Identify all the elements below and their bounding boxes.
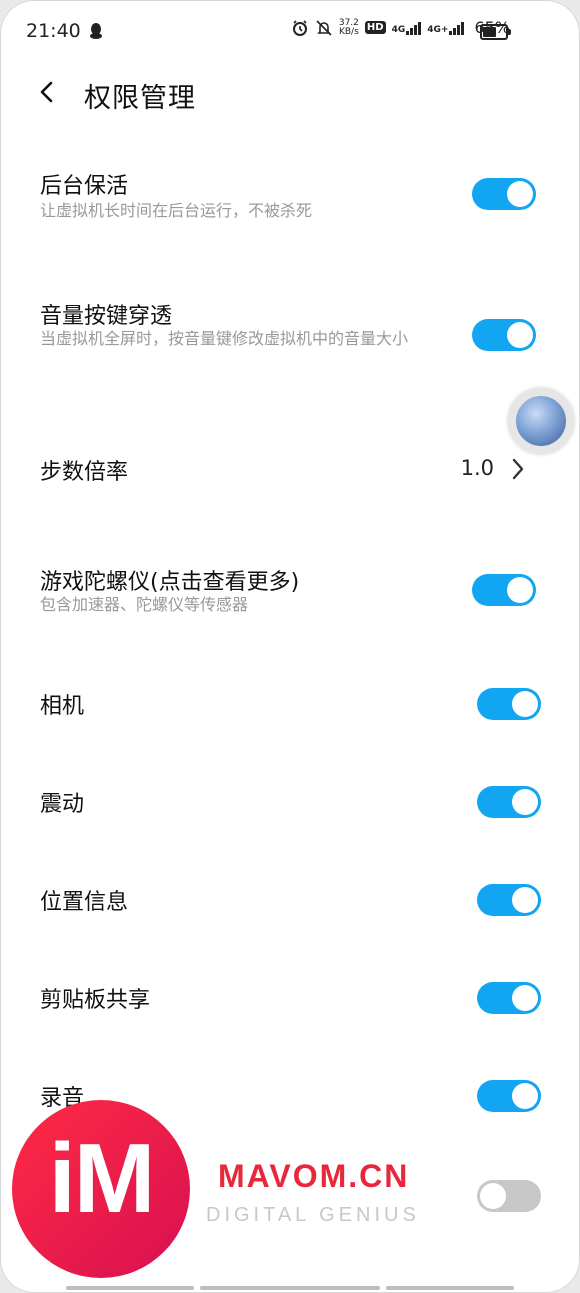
keepalive-toggle[interactable] bbox=[472, 178, 536, 210]
gesture-bar bbox=[386, 1286, 514, 1290]
alarm-icon bbox=[292, 19, 307, 36]
setting-step-rate[interactable]: 步数倍率 1.0 bbox=[0, 448, 580, 492]
setting-title: 后台保活 bbox=[40, 174, 129, 199]
setting-title: 游戏陀螺仪(点击查看更多) bbox=[40, 570, 300, 595]
gesture-bar bbox=[200, 1286, 380, 1290]
setting-camera[interactable]: 相机 bbox=[0, 686, 580, 726]
gesture-bar bbox=[66, 1286, 194, 1290]
watermark-tagline: DIGITAL GENIUS bbox=[206, 1204, 420, 1226]
mute-bell-icon bbox=[316, 19, 332, 36]
camera-toggle[interactable] bbox=[477, 688, 541, 720]
hd-badge: HD bbox=[364, 21, 386, 34]
net-speed: 37.2 KB/s bbox=[338, 18, 359, 37]
setting-title: 位置信息 bbox=[40, 890, 129, 915]
unlabeled-toggle[interactable] bbox=[477, 1180, 541, 1212]
chevron-right-icon bbox=[512, 458, 524, 480]
setting-background-keepalive[interactable]: 后台保活 让虚拟机长时间在后台运行，不被杀死 bbox=[0, 160, 580, 240]
location-toggle[interactable] bbox=[477, 884, 541, 916]
gyroscope-toggle[interactable] bbox=[472, 574, 536, 606]
net-speed-unit: KB/s bbox=[338, 26, 359, 37]
step-rate-value: 1.0 bbox=[460, 456, 494, 480]
floating-avatar-button[interactable] bbox=[508, 388, 574, 454]
setting-title: 剪贴板共享 bbox=[40, 988, 151, 1013]
qq-icon bbox=[90, 23, 102, 39]
setting-game-gyroscope[interactable]: 游戏陀螺仪(点击查看更多) 包含加速器、陀螺仪等传感器 bbox=[0, 560, 580, 620]
clipboard-toggle[interactable] bbox=[477, 982, 541, 1014]
setting-description: 当虚拟机全屏时，按音量键修改虚拟机中的音量大小 bbox=[40, 329, 409, 348]
setting-title: 音量按键穿透 bbox=[40, 304, 173, 329]
record-audio-toggle[interactable] bbox=[477, 1080, 541, 1112]
battery-icon bbox=[480, 24, 511, 40]
sim2-signal: 4G+ bbox=[427, 21, 465, 35]
status-icons: 37.2 KB/s HD 4G 4G+ 65% bbox=[291, 18, 510, 37]
setting-vibration[interactable]: 震动 bbox=[0, 784, 580, 824]
setting-title: 震动 bbox=[40, 792, 85, 817]
vibration-toggle[interactable] bbox=[477, 786, 541, 818]
watermark-brand: MAVOM.CN bbox=[218, 1158, 410, 1194]
app-header: 权限管理 bbox=[0, 70, 580, 120]
signal-bars-icon bbox=[406, 21, 422, 35]
setting-location[interactable]: 位置信息 bbox=[0, 882, 580, 922]
status-time: 21:40 bbox=[26, 20, 81, 42]
volume-passthrough-toggle[interactable] bbox=[472, 319, 536, 351]
setting-title: 相机 bbox=[40, 694, 85, 719]
setting-title: 步数倍率 bbox=[40, 460, 129, 485]
back-arrow-icon[interactable] bbox=[36, 80, 60, 104]
battery-fill bbox=[483, 27, 496, 37]
signal-bars-icon bbox=[449, 21, 465, 35]
setting-clipboard-share[interactable]: 剪贴板共享 bbox=[0, 980, 580, 1020]
page-title: 权限管理 bbox=[84, 83, 196, 114]
status-bar: 21:40 37.2 KB/s HD 4G 4G+ bbox=[0, 0, 580, 66]
watermark-logo-text: iM bbox=[48, 1123, 156, 1233]
avatar bbox=[516, 396, 566, 446]
setting-description: 让虚拟机长时间在后台运行，不被杀死 bbox=[40, 201, 313, 220]
sim1-label: 4G bbox=[391, 24, 406, 35]
sim1-signal: 4G bbox=[392, 21, 422, 35]
setting-description: 包含加速器、陀螺仪等传感器 bbox=[40, 595, 249, 614]
setting-volume-key-passthrough[interactable]: 音量按键穿透 当虚拟机全屏时，按音量键修改虚拟机中的音量大小 bbox=[0, 292, 580, 382]
phone-screen: 21:40 37.2 KB/s HD 4G 4G+ 权限管理 后台保活 让虚拟机… bbox=[0, 0, 580, 1293]
sim2-label: 4G+ bbox=[427, 24, 449, 35]
